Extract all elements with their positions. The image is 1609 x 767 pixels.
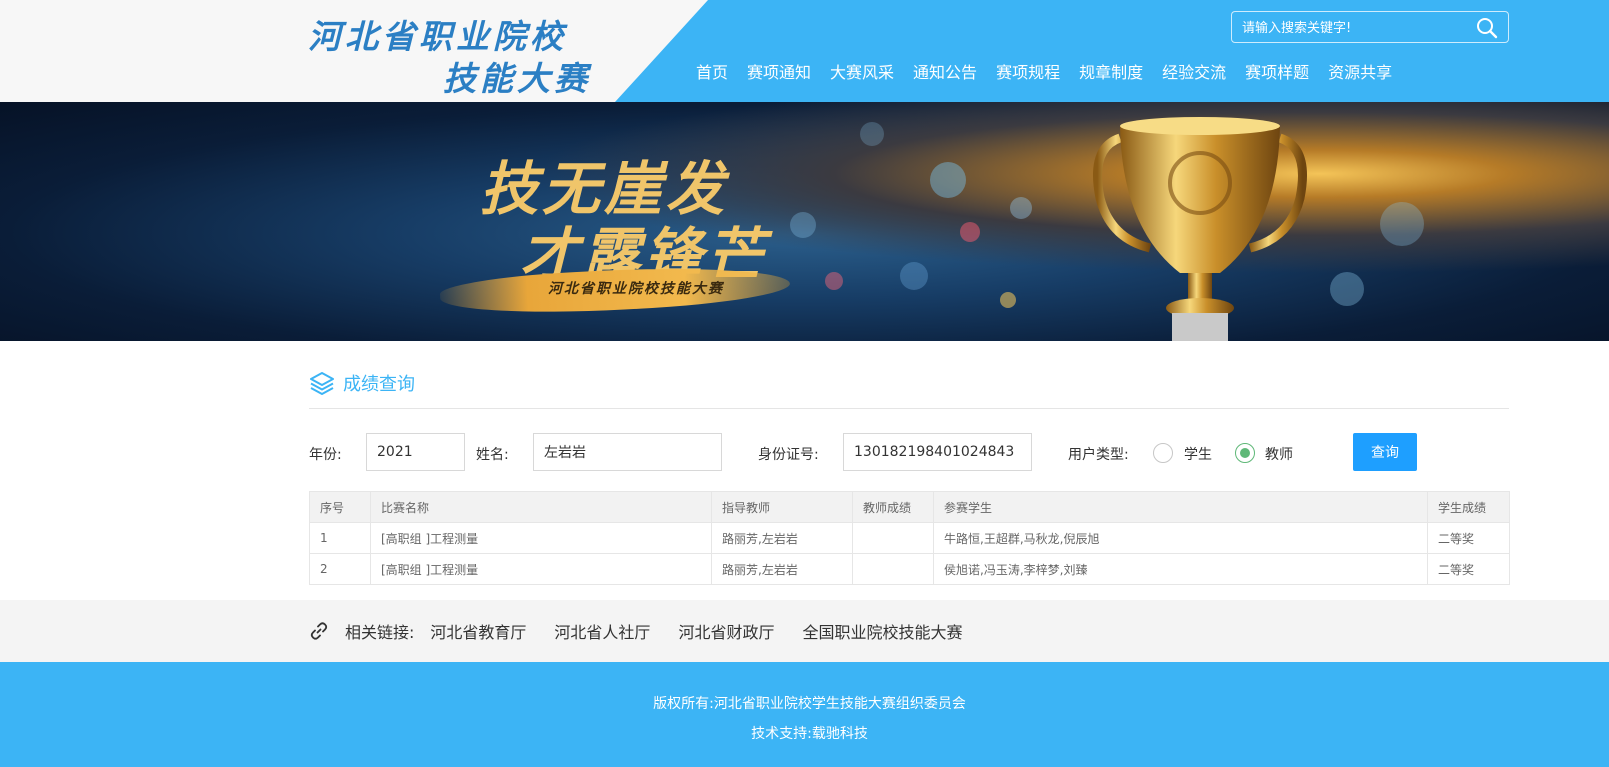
col-competition: 比赛名称 [370, 491, 712, 523]
user-type-label: 用户类型: [1068, 447, 1129, 463]
bokeh-light [860, 122, 884, 146]
cell-student-score: 二等奖 [1427, 522, 1510, 554]
cell-student-score: 二等奖 [1427, 553, 1510, 585]
col-instructor: 指导教师 [711, 491, 853, 523]
copyright-line: 版权所有:河北省职业院校学生技能大赛组织委员会 [0, 693, 1609, 713]
cell-index: 2 [309, 553, 371, 585]
results-table: 序号 比赛名称 指导教师 教师成绩 参赛学生 学生成绩 1 [高职组 ]工程测量… [309, 491, 1510, 585]
layers-icon [309, 371, 335, 399]
link-national-contest[interactable]: 全国职业院校技能大赛 [802, 619, 962, 643]
cell-students: 侯旭诺,冯玉涛,李梓梦,刘臻 [933, 553, 1428, 585]
copyright-value: 河北省职业院校学生技能大赛组织委员会 [713, 696, 966, 712]
cell-students: 牛路恒,王超群,马秋龙,倪辰旭 [933, 522, 1428, 554]
related-links-bar: 相关链接: 河北省教育厅 河北省人社厅 河北省财政厅 全国职业院校技能大赛 [0, 600, 1609, 662]
link-finance-dept[interactable]: 河北省财政厅 [678, 619, 774, 643]
link-icon [309, 621, 329, 641]
table-row: 2 [高职组 ]工程测量 路丽芳,左岩岩 侯旭诺,冯玉涛,李梓梦,刘臻 二等奖 [309, 553, 1510, 585]
radio-student-label[interactable]: 学生 [1184, 444, 1212, 464]
id-number-field[interactable] [843, 433, 1032, 471]
related-links: 相关链接: 河北省教育厅 河北省人社厅 河北省财政厅 全国职业院校技能大赛 [309, 600, 990, 662]
banner-subtitle: 河北省职业院校技能大赛 [548, 281, 724, 297]
nav-experience[interactable]: 经验交流 [1162, 60, 1226, 90]
copyright-label: 版权所有: [653, 696, 714, 712]
logo-line-1: 河北省职业院校 [308, 17, 567, 56]
main-nav: 首页 赛项通知 大赛风采 通知公告 赛项规程 规章制度 经验交流 赛项样题 资源… [696, 60, 1392, 90]
trophy-icon [1093, 117, 1307, 341]
cell-instructor: 路丽芳,左岩岩 [711, 522, 853, 554]
score-query-form: 年份: 姓名: 身份证号: 用户类型: 学生 教师 查询 [309, 433, 1509, 473]
col-students: 参赛学生 [933, 491, 1428, 523]
cell-teacher-score [852, 553, 934, 585]
search-icon[interactable] [1476, 17, 1498, 39]
bokeh-light [825, 272, 843, 290]
nav-resources[interactable]: 资源共享 [1328, 60, 1392, 90]
year-field[interactable] [366, 433, 465, 471]
radio-student[interactable] [1153, 443, 1173, 463]
id-number-label: 身份证号: [758, 447, 819, 463]
section-title: 成绩查询 [343, 374, 415, 395]
hero-banner: 技无崖发 才露锋芒 河北省职业院校技能大赛 [0, 102, 1609, 341]
section-header: 成绩查询 [309, 363, 1509, 409]
site-header: 河北省职业院校 技能大赛 首页 赛项通知 大赛风采 通知公告 赛项规程 规章制度… [0, 0, 1609, 102]
bokeh-light [1380, 202, 1424, 246]
cell-index: 1 [309, 522, 371, 554]
bokeh-light [790, 212, 816, 238]
search-box [1231, 11, 1509, 43]
table-row: 1 [高职组 ]工程测量 路丽芳,左岩岩 牛路恒,王超群,马秋龙,倪辰旭 二等奖 [309, 522, 1510, 554]
support-value: 载驰科技 [811, 726, 868, 742]
nav-event-rules[interactable]: 赛项规程 [996, 60, 1060, 90]
link-hr-dept[interactable]: 河北省人社厅 [554, 619, 650, 643]
nav-regulations[interactable]: 规章制度 [1079, 60, 1143, 90]
logo-line-2: 技能大赛 [443, 59, 591, 98]
col-teacher-score: 教师成绩 [852, 491, 934, 523]
radio-teacher[interactable] [1235, 443, 1255, 463]
nav-home[interactable]: 首页 [696, 60, 728, 90]
col-student-score: 学生成绩 [1427, 491, 1510, 523]
support-label: 技术支持: [751, 726, 812, 742]
bokeh-light [900, 262, 928, 290]
cell-teacher-score [852, 522, 934, 554]
nav-sample-questions[interactable]: 赛项样题 [1245, 60, 1309, 90]
name-field[interactable] [533, 433, 722, 471]
nav-gallery[interactable]: 大赛风采 [830, 60, 894, 90]
name-label: 姓名: [476, 447, 509, 463]
bokeh-light [960, 222, 980, 242]
site-logo[interactable]: 河北省职业院校 技能大赛 [306, 6, 596, 98]
radio-teacher-label[interactable]: 教师 [1265, 444, 1293, 464]
search-input[interactable] [1242, 17, 1467, 39]
related-links-label: 相关链接: [345, 623, 415, 642]
bokeh-light [1010, 197, 1032, 219]
cell-competition: [高职组 ]工程测量 [370, 553, 712, 585]
bokeh-light [1000, 292, 1016, 308]
year-label: 年份: [309, 447, 342, 463]
nav-announcements[interactable]: 通知公告 [913, 60, 977, 90]
site-footer: 版权所有:河北省职业院校学生技能大赛组织委员会 技术支持:载驰科技 [0, 662, 1609, 767]
cell-instructor: 路丽芳,左岩岩 [711, 553, 853, 585]
nav-event-notices[interactable]: 赛项通知 [747, 60, 811, 90]
link-education-dept[interactable]: 河北省教育厅 [430, 619, 526, 643]
col-index: 序号 [309, 491, 371, 523]
cell-competition: [高职组 ]工程测量 [370, 522, 712, 554]
query-button[interactable]: 查询 [1353, 433, 1417, 471]
bokeh-light [930, 162, 966, 198]
table-header-row: 序号 比赛名称 指导教师 教师成绩 参赛学生 学生成绩 [309, 491, 1510, 523]
support-line: 技术支持:载驰科技 [0, 723, 1609, 743]
